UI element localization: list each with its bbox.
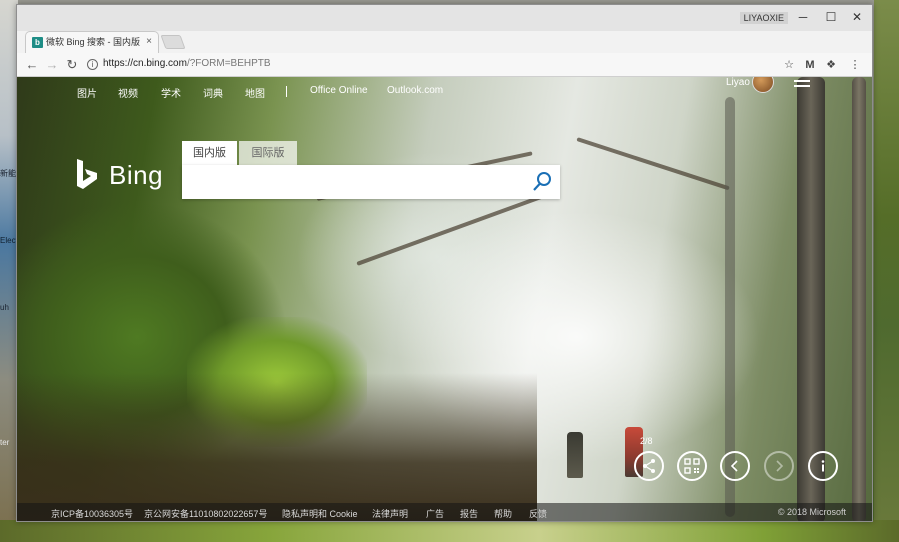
search-input[interactable]	[190, 171, 520, 193]
search-icon[interactable]	[530, 170, 554, 194]
background-branch	[356, 193, 546, 266]
url-text[interactable]: https://cn.bing.com/?FORM=BEHPTB	[103, 58, 271, 69]
nav-link-academic[interactable]: 学术	[161, 85, 181, 100]
url-path: /?FORM=BEHPTB	[186, 58, 271, 69]
background-branch	[576, 137, 730, 191]
site-info-icon[interactable]: i	[87, 59, 98, 70]
info-icon	[821, 460, 825, 472]
image-counter: 2/8	[640, 436, 653, 446]
footer-link-privacy[interactable]: 隐私声明和 Cookie	[282, 507, 358, 520]
nav-link-outlook[interactable]: Outlook.com	[387, 85, 443, 96]
profile-name-badge[interactable]: LIYAOXIE	[739, 12, 788, 24]
nav-link-maps[interactable]: 地图	[245, 85, 265, 100]
avatar[interactable]	[752, 77, 774, 93]
background-tree	[852, 77, 866, 521]
tab-international[interactable]: 国际版	[239, 141, 297, 167]
browser-menu-icon[interactable]: ⋮	[847, 57, 863, 73]
close-window-button[interactable]: ✕	[844, 8, 870, 26]
previous-image-button[interactable]	[720, 451, 750, 481]
search-box	[182, 165, 560, 199]
extension-mail-icon[interactable]: M	[802, 57, 818, 73]
maximize-button[interactable]: ☐	[818, 8, 844, 26]
browser-window: LIYAOXIE ─ ☐ ✕ b 微软 Bing 搜索 - 国内版 × ← → …	[16, 4, 873, 522]
nav-link-office-online[interactable]: Office Online	[310, 85, 368, 96]
copyright-text: © 2018 Microsoft	[777, 507, 846, 517]
footer-link-icp[interactable]: 京ICP备10036305号	[51, 507, 133, 520]
footer-link-feedback[interactable]: 反馈	[529, 507, 547, 520]
chevron-right-icon	[776, 460, 784, 472]
nav-link-videos[interactable]: 视频	[118, 85, 138, 100]
qr-code-button[interactable]	[677, 451, 707, 481]
user-name[interactable]: Liyao	[726, 77, 750, 88]
nav-link-images[interactable]: 图片	[77, 85, 97, 100]
bing-logo-icon	[77, 159, 97, 189]
bookmark-star-icon[interactable]: ☆	[781, 57, 797, 73]
url-host: https://cn.bing.com	[103, 58, 187, 69]
footer-link-police-record[interactable]: 京公网安备11010802022657号	[144, 507, 267, 520]
qr-code-icon	[684, 458, 700, 474]
footer-link-legal[interactable]: 法律声明	[372, 507, 408, 520]
desktop-right-strip	[874, 0, 899, 542]
desktop-bottom-strip	[0, 520, 899, 542]
chevron-left-icon	[730, 460, 738, 472]
background-hiker	[567, 432, 583, 478]
tab-domestic[interactable]: 国内版	[182, 141, 237, 167]
minimize-button[interactable]: ─	[790, 8, 816, 26]
extension-evernote-icon[interactable]: ❖	[823, 57, 839, 73]
share-icon	[643, 459, 655, 473]
nav-separator	[286, 86, 287, 97]
bing-logo-text: Bing	[109, 160, 164, 190]
browser-toolbar: ← → ↻ i https://cn.bing.com/?FORM=BEHPTB…	[17, 53, 872, 77]
image-info-button[interactable]	[808, 451, 838, 481]
share-button[interactable]	[634, 451, 664, 481]
footer-link-report[interactable]: 报告	[460, 507, 478, 520]
tab-title: 微软 Bing 搜索 - 国内版	[46, 37, 141, 47]
reload-button[interactable]: ↻	[63, 56, 81, 74]
nav-link-dictionary[interactable]: 词典	[203, 85, 223, 100]
new-tab-button[interactable]	[160, 35, 186, 49]
title-bar[interactable]: LIYAOXIE ─ ☐ ✕	[17, 5, 872, 31]
footer-link-ads[interactable]: 广告	[426, 507, 444, 520]
footer-bar: 京ICP备10036305号 京公网安备11010802022657号 隐私声明…	[17, 503, 872, 521]
browser-tab-active[interactable]: b 微软 Bing 搜索 - 国内版 ×	[25, 31, 159, 53]
forward-button[interactable]: →	[43, 56, 61, 74]
hamburger-menu-icon[interactable]	[794, 77, 810, 87]
footer-link-help[interactable]: 帮助	[494, 507, 512, 520]
background-ground	[17, 373, 537, 521]
tab-close-button[interactable]: ×	[146, 36, 152, 47]
next-image-button[interactable]	[764, 451, 794, 481]
bing-homepage: 图片 视频 学术 词典 地图 Office Online Outlook.com…	[17, 77, 872, 521]
back-button[interactable]: ←	[23, 56, 41, 74]
address-bar[interactable]: i https://cn.bing.com/?FORM=BEHPTB	[83, 55, 777, 75]
bing-favicon-icon: b	[32, 37, 43, 48]
